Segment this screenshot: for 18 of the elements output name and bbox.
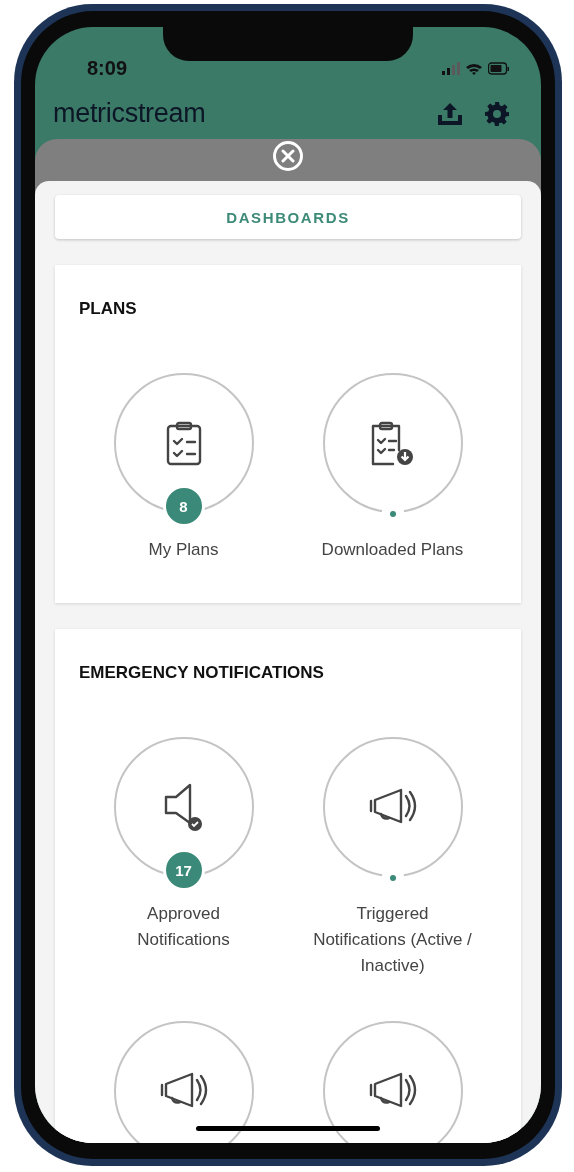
section-title: PLANS bbox=[79, 299, 138, 319]
tile-label: My Plans bbox=[148, 539, 219, 561]
dashboards-tab[interactable]: DASHBOARDS bbox=[55, 195, 521, 239]
clipboard-download-icon bbox=[370, 420, 415, 466]
clipboard-icon bbox=[165, 420, 202, 466]
signal-icon bbox=[442, 62, 460, 75]
status-time: 8:09 bbox=[87, 57, 128, 80]
tile-label: Approved Notifications bbox=[136, 903, 231, 951]
upload-icon[interactable] bbox=[437, 101, 463, 126]
close-button[interactable] bbox=[273, 141, 303, 171]
tile-label: Triggered Notifications (Active / Inactive) bbox=[312, 903, 473, 977]
app-logo: metricstream bbox=[53, 98, 206, 129]
settings-icon[interactable] bbox=[485, 101, 509, 126]
battery-icon bbox=[488, 62, 509, 75]
tile-label: Downloaded Plans bbox=[321, 539, 464, 561]
close-icon bbox=[281, 149, 295, 163]
section-title: EMERGENCY NOTIFICATIONS bbox=[79, 663, 325, 683]
wifi-icon bbox=[466, 62, 482, 75]
